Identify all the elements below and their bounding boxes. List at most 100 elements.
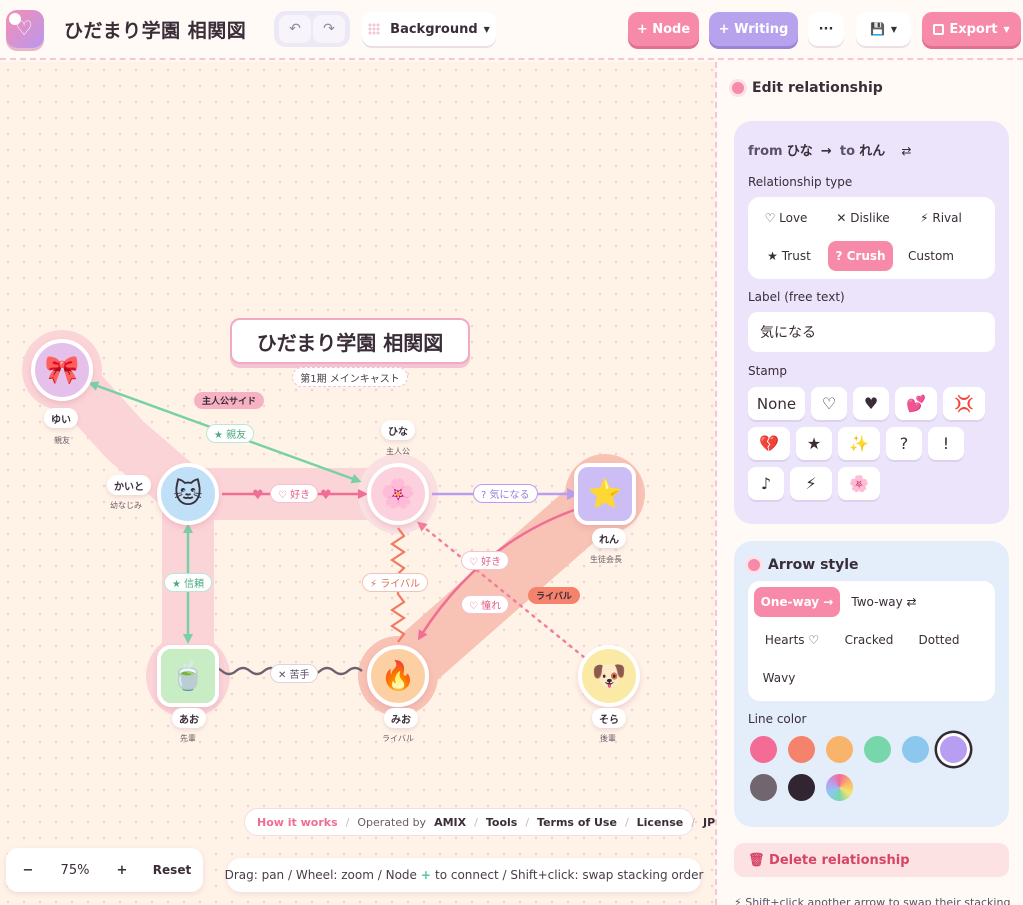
delete-relationship-button[interactable]: 🗑 Delete relationship [734, 843, 1009, 877]
terms-link[interactable]: Terms of Use [537, 816, 617, 829]
undo-button[interactable]: ↶ [279, 15, 311, 43]
node-mio[interactable]: 🔥 [367, 645, 429, 707]
app-title[interactable]: ひだまり学園 相関図 [64, 16, 246, 43]
how-it-works-link[interactable]: How it works [257, 816, 338, 829]
stamp-heart-button[interactable]: ♥ [853, 387, 889, 420]
color-swatch-black[interactable] [788, 774, 815, 801]
color-swatch-gray[interactable] [750, 774, 777, 801]
group-label-protagonist-side[interactable]: 主人公サイド [194, 392, 265, 409]
stamp-exclamation-button[interactable]: ! [928, 427, 964, 460]
node-sub-kaito: 幼なじみ [110, 501, 142, 510]
swap-direction-icon[interactable]: ⇄ [901, 144, 911, 158]
color-swatch-coral[interactable] [788, 736, 815, 763]
background-label: Background [390, 21, 478, 37]
node-name-kaito[interactable]: かいと [107, 475, 151, 495]
dot-icon [748, 559, 760, 571]
edge-label-hina-mio[interactable]: ⚡ ライバル [362, 573, 429, 592]
node-name-sora[interactable]: そら [592, 708, 626, 728]
relationship-type-group: ♡ Love ✕ Dislike ⚡ Rival ★ Trust ? Crush… [748, 197, 995, 279]
type-dislike-button[interactable]: ✕ Dislike [826, 203, 900, 233]
node-sora[interactable]: 🐶 [578, 645, 640, 707]
edge-label-ren-mio[interactable]: ♡ 好き [461, 551, 510, 570]
save-button[interactable]: 💾 ▼ [856, 12, 911, 46]
node-ren[interactable]: ⭐ [574, 463, 636, 525]
color-swatch-orange[interactable] [826, 736, 853, 763]
stamp-anger-button[interactable]: 💢 [943, 387, 985, 420]
style-wavy-button[interactable]: Wavy [754, 663, 804, 693]
cat-icon: 🐱 [173, 477, 203, 510]
app-logo[interactable]: ♡ [6, 10, 44, 48]
node-name-hina[interactable]: ひな [381, 420, 415, 440]
arrow-style-card: Arrow style One-way → Two-way ⇄ Hearts ♡… [734, 541, 1009, 827]
arrow-style-title: Arrow style [768, 557, 859, 573]
node-name-mio[interactable]: みお [384, 708, 418, 728]
footer-links: How it works / Operated by AMIX / Tools … [244, 808, 715, 836]
two-way-button[interactable]: Two-way ⇄ [844, 587, 924, 617]
style-hearts-button[interactable]: Hearts ♡ [754, 625, 830, 655]
chevron-down-icon: ▼ [483, 24, 490, 34]
node-ao[interactable]: 🍵 [157, 645, 219, 707]
edge-label-hina-ren[interactable]: ? 気になる [473, 484, 538, 503]
zoom-in-button[interactable]: + [106, 855, 138, 885]
export-button[interactable]: Export ▼ [922, 12, 1021, 46]
chart-subtitle[interactable]: 第1期 メインキャスト [292, 367, 408, 387]
group-label-rival[interactable]: ライバル [528, 587, 580, 604]
color-swatch-purple[interactable] [940, 736, 967, 763]
stamp-heart-outline-button[interactable]: ♡ [811, 387, 847, 420]
heart-stamp-icon: ♥ [320, 488, 332, 503]
color-swatch-green[interactable] [864, 736, 891, 763]
label-input[interactable] [748, 312, 995, 352]
dog-icon: 🐶 [591, 659, 627, 692]
separator: / [691, 815, 695, 829]
type-custom-button[interactable]: Custom [898, 241, 964, 271]
add-node-button[interactable]: + Node [628, 12, 699, 46]
stamp-broken-heart-button[interactable]: 💔 [748, 427, 790, 460]
stamp-question-button[interactable]: ? [886, 427, 922, 460]
edge-label-sora-hina[interactable]: ♡ 憧れ [461, 595, 510, 614]
node-sub-ren: 生徒会長 [590, 555, 622, 564]
stamp-none-button[interactable]: None [748, 387, 805, 420]
stamp-two-hearts-button[interactable]: 💕 [895, 387, 937, 420]
edge-label-mio-ao[interactable]: ✕ 苦手 [270, 664, 318, 683]
stamp-lightning-button[interactable]: ⚡ [790, 467, 832, 500]
type-love-button[interactable]: ♡ Love [754, 203, 818, 233]
relationship-canvas[interactable]: ♥ ♥ ひだまり学園 相関図 第1期 メインキャスト 主人公サイド ライバル ★… [0, 62, 715, 905]
stamp-note-button[interactable]: ♪ [748, 467, 784, 500]
language-link[interactable]: JP [703, 816, 715, 829]
add-writing-button[interactable]: + Writing [709, 12, 798, 46]
edge-label-yui-hina[interactable]: ★ 親友 [206, 424, 255, 443]
redo-button[interactable]: ↷ [313, 15, 345, 43]
edit-panel: Edit relationship from ひな → to れん ⇄ Rela… [718, 62, 1023, 905]
background-button[interactable]: Background ▼ [362, 12, 496, 46]
more-button[interactable]: ··· [808, 12, 844, 46]
style-dotted-button[interactable]: Dotted [908, 625, 970, 655]
tools-link[interactable]: Tools [486, 816, 517, 829]
license-link[interactable]: License [637, 816, 684, 829]
node-kaito[interactable]: 🐱 [157, 463, 219, 525]
sakura-icon: 🌸 [380, 477, 416, 510]
node-name-ao[interactable]: あお [172, 708, 206, 728]
type-crush-button[interactable]: ? Crush [828, 241, 893, 271]
save-icon: 💾 [869, 22, 885, 36]
style-cracked-button[interactable]: Cracked [834, 625, 904, 655]
node-hina[interactable]: 🌸 [367, 463, 429, 525]
operator-link[interactable]: AMIX [434, 816, 466, 829]
type-trust-button[interactable]: ★ Trust [754, 241, 824, 271]
stamp-star-button[interactable]: ★ [796, 427, 832, 460]
node-name-ren[interactable]: れん [592, 528, 626, 548]
stamp-sakura-button[interactable]: 🌸 [838, 467, 880, 500]
edge-label-kaito-hina[interactable]: ♡ 好き [270, 484, 319, 503]
one-way-button[interactable]: One-way → [754, 587, 840, 617]
zoom-out-button[interactable]: − [12, 855, 44, 885]
color-swatch-pink[interactable] [750, 736, 777, 763]
edge-label-kaito-ao[interactable]: ★ 信頼 [164, 573, 213, 592]
top-bar: ♡ ひだまり学園 相関図 ↶ ↷ Background ▼ + Node + W… [0, 0, 1023, 60]
stamp-sparkles-button[interactable]: ✨ [838, 427, 880, 460]
type-rival-button[interactable]: ⚡ Rival [906, 203, 976, 233]
custom-color-picker[interactable] [826, 774, 853, 801]
reset-zoom-button[interactable]: Reset [146, 855, 198, 885]
node-name-yui[interactable]: ゆい [44, 408, 78, 428]
color-swatch-blue[interactable] [902, 736, 929, 763]
node-yui[interactable]: 🎀 [31, 339, 93, 401]
chart-title[interactable]: ひだまり学園 相関図 [230, 318, 470, 364]
